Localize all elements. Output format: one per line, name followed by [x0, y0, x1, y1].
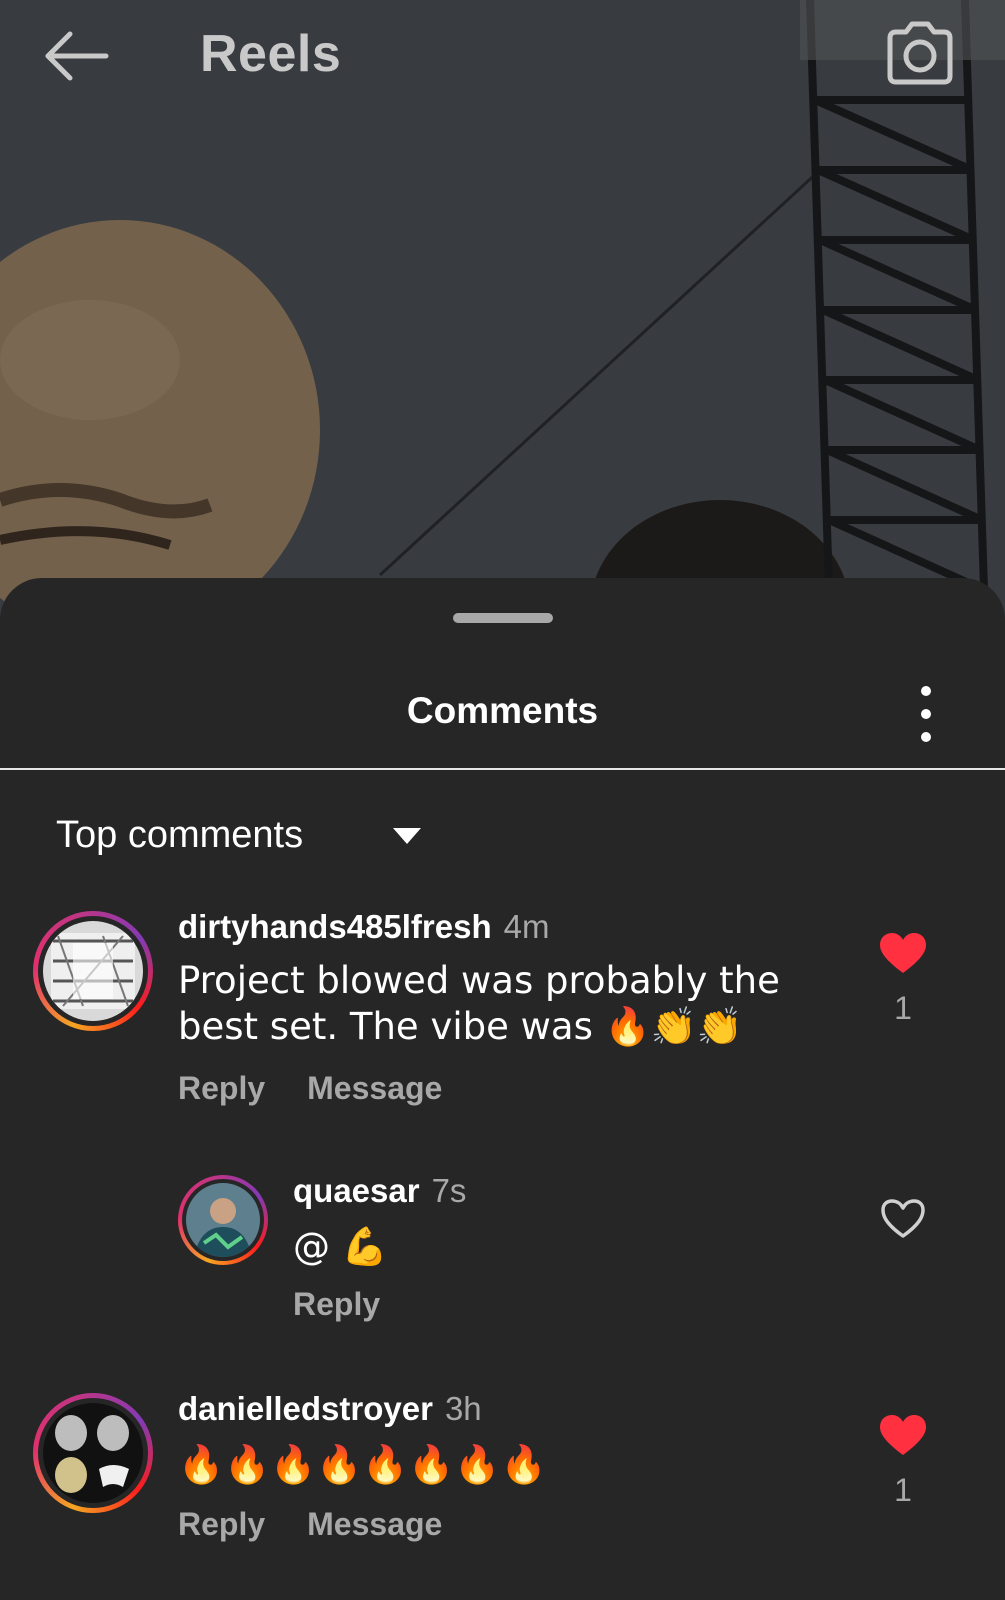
comment-text: Project blowed was probably the best set…	[178, 959, 780, 1048]
avatar[interactable]	[178, 1175, 268, 1265]
avatar[interactable]	[33, 1393, 153, 1513]
reply-username[interactable]: quaesar 7s	[293, 1172, 466, 1210]
reply-actions: Reply	[293, 1286, 422, 1323]
comment-actions: Reply Message	[178, 1506, 484, 1543]
reel-video-background[interactable]: Reels	[0, 0, 1005, 620]
comment-username[interactable]: dirtyhands485lfresh 4m	[178, 908, 549, 946]
heart-outline-icon[interactable]	[880, 1198, 926, 1240]
more-vertical-icon	[921, 686, 931, 696]
heart-icon[interactable]	[880, 933, 926, 975]
sort-label: Top comments	[56, 814, 304, 856]
comment-actions: Reply Message	[178, 1070, 484, 1107]
message-button[interactable]: Message	[307, 1506, 442, 1542]
more-options-button[interactable]	[904, 686, 948, 742]
reply-text: @ 💪	[293, 1225, 388, 1268]
reels-title: Reels	[200, 25, 342, 83]
comment-item: danielledstroyer 3h 🔥🔥🔥🔥🔥🔥🔥🔥 Reply Message…	[0, 1390, 1005, 1590]
reels-top-bar: Reels	[0, 0, 1005, 110]
caret-down-icon	[393, 828, 421, 844]
avatar-image	[186, 1183, 260, 1257]
reply-button[interactable]: Reply	[178, 1070, 265, 1106]
comment-text: 🔥🔥🔥🔥🔥🔥🔥🔥	[178, 1443, 547, 1486]
comment-item: dirtyhands485lfresh 4m Project blowed was…	[0, 908, 1005, 1108]
reply-button[interactable]: Reply	[178, 1506, 265, 1542]
like-count: 1	[894, 1472, 912, 1508]
comment-username[interactable]: danielledstroyer 3h	[178, 1390, 482, 1428]
camera-icon	[887, 21, 953, 85]
avatar-image	[43, 1403, 143, 1503]
comments-title: Comments	[406, 690, 599, 731]
avatar-image	[43, 921, 143, 1021]
like-count: 1	[894, 990, 912, 1026]
sort-dropdown[interactable]: Top comments	[56, 814, 456, 864]
arrow-left-icon	[45, 31, 109, 81]
message-button[interactable]: Message	[307, 1070, 442, 1106]
comment-time: 4m	[503, 908, 550, 945]
heart-icon[interactable]	[880, 1415, 926, 1457]
reply-item: quaesar 7s @ 💪 Reply	[0, 1172, 1005, 1342]
comment-time: 3h	[444, 1390, 482, 1427]
comments-sheet: Comments Top comments dirtyhands485lfres…	[0, 578, 1005, 1600]
drag-handle[interactable]	[453, 613, 553, 623]
camera-button[interactable]	[882, 18, 958, 88]
reply-time: 7s	[431, 1172, 467, 1209]
header-divider	[0, 768, 1005, 770]
back-button[interactable]	[40, 26, 112, 86]
reply-button[interactable]: Reply	[293, 1286, 380, 1322]
avatar[interactable]	[33, 911, 153, 1031]
